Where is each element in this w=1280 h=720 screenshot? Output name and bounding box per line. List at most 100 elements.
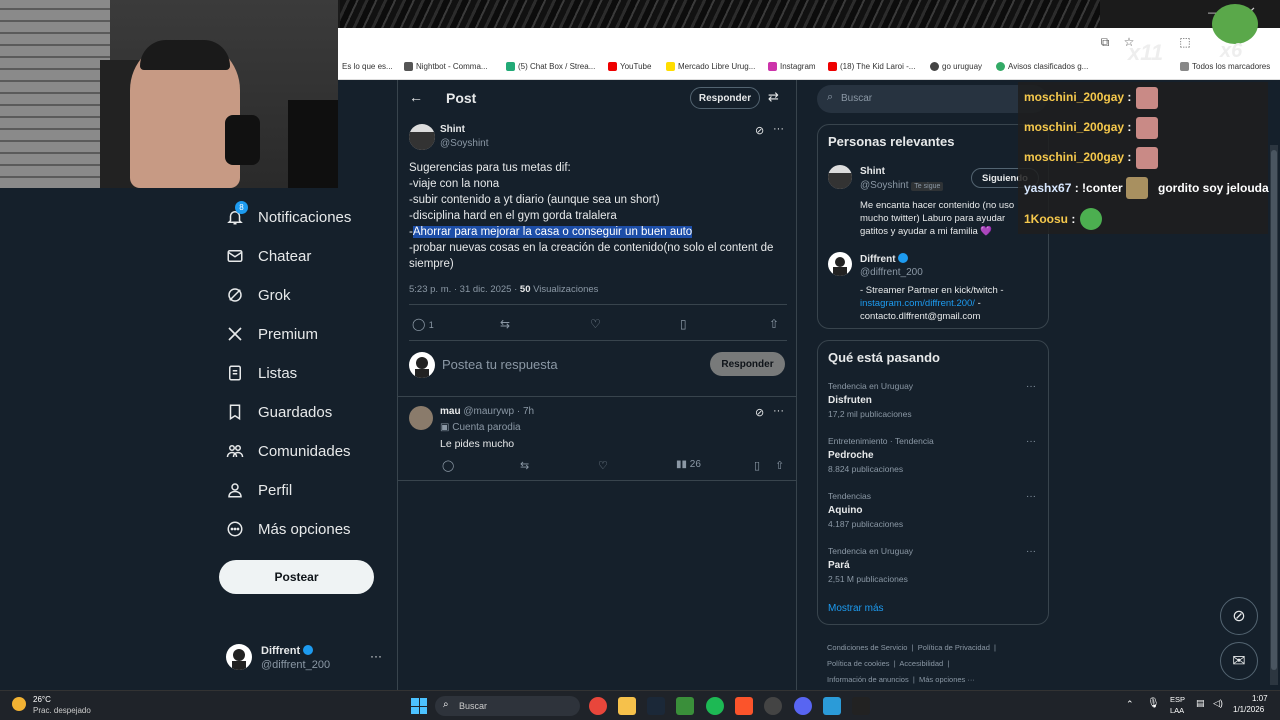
volume-icon[interactable]: ◁) <box>1213 698 1223 709</box>
author-avatar[interactable] <box>409 124 435 150</box>
microphone-icon[interactable]: 🎙 <box>1147 698 1160 709</box>
network-icon[interactable]: ▤ <box>1196 698 1205 709</box>
reply-icon[interactable]: ◯ 1 <box>412 317 434 331</box>
clock-date[interactable]: 1/1/2026 <box>1233 705 1264 714</box>
language-indicator-sub[interactable]: LAA <box>1170 706 1184 715</box>
like-icon[interactable]: ♡ <box>590 317 601 331</box>
steam-icon[interactable] <box>647 697 665 715</box>
person-handle[interactable]: @diffrent_200 <box>860 267 923 278</box>
weather-desc[interactable]: Prac. despejado <box>33 706 91 715</box>
weather-temp[interactable]: 26°C <box>33 695 51 704</box>
scrollbar[interactable] <box>1270 145 1278 685</box>
notepad-icon[interactable] <box>823 697 841 715</box>
grok-icon[interactable]: ⊘ <box>755 124 764 137</box>
search-input[interactable]: ⌕ Buscar <box>817 85 1047 113</box>
nav-premium[interactable]: Premium <box>226 325 318 343</box>
share-icon[interactable]: ⇧ <box>775 459 784 472</box>
footer-link[interactable]: Política de Privacidad <box>918 643 990 652</box>
spotify-icon[interactable] <box>706 697 724 715</box>
app-icon[interactable] <box>852 697 870 715</box>
bookmark[interactable]: Instagram <box>768 62 816 71</box>
more-horizontal-icon[interactable]: ··· <box>773 405 784 417</box>
person-avatar[interactable] <box>828 165 852 189</box>
reply-icon[interactable]: ◯ <box>442 459 454 472</box>
bookmark[interactable]: go uruguay <box>930 62 982 71</box>
more-horizontal-icon[interactable]: ··· <box>370 649 382 663</box>
person-name[interactable]: Shint <box>860 166 885 177</box>
person-handle[interactable]: @Soyshint Te sigue <box>860 180 944 191</box>
author-handle[interactable]: @Soyshint <box>440 138 489 149</box>
more-horizontal-icon[interactable]: ··· <box>1026 491 1036 502</box>
windows-start-icon[interactable] <box>411 698 427 714</box>
chrome-icon[interactable] <box>589 697 607 715</box>
trend-item[interactable]: Tendencias Aquino 4.187 publicaciones ··… <box>828 491 1040 535</box>
bookmark[interactable]: Mercado Libre Urug... <box>666 62 755 71</box>
trend-item[interactable]: Tendencia en Uruguay Pará 2,51 M publica… <box>828 546 1040 590</box>
footer-link[interactable]: Política de cookies <box>827 659 890 668</box>
clock-time[interactable]: 1:07 <box>1252 694 1268 703</box>
header-reply-button[interactable]: Responder <box>690 87 760 109</box>
bookmark[interactable]: Avisos clasificados g... <box>996 62 1088 71</box>
nav-mas-opciones[interactable]: Más opciones <box>226 520 351 538</box>
footer-link[interactable]: Condiciones de Servicio <box>827 643 907 652</box>
footer-link[interactable]: Más opciones ··· <box>919 675 975 684</box>
nav-comunidades[interactable]: Comunidades <box>226 442 351 460</box>
taskbar-search[interactable]: ⌕ Buscar <box>435 696 580 716</box>
account-switcher[interactable]: Diffrent @diffrent_200 ··· <box>226 644 386 674</box>
nav-grok[interactable]: Grok <box>226 286 291 304</box>
post-button[interactable]: Postear <box>219 560 374 594</box>
compose-reply-button[interactable]: Responder <box>710 352 785 376</box>
weather-icon[interactable] <box>12 697 26 711</box>
author-name[interactable]: Shint <box>440 124 465 135</box>
discord-icon[interactable] <box>794 697 812 715</box>
reply-avatar[interactable] <box>409 406 433 430</box>
nav-listas[interactable]: Listas <box>226 364 297 382</box>
bookmark[interactable]: Es lo que es... <box>342 62 393 71</box>
repost-icon[interactable]: ⇆ <box>520 459 529 472</box>
nav-chatear[interactable]: Chatear <box>226 247 311 265</box>
chat-emote <box>1136 117 1158 139</box>
more-horizontal-icon[interactable]: ··· <box>1026 546 1036 557</box>
brave-icon[interactable] <box>735 697 753 715</box>
minecraft-icon[interactable] <box>676 697 694 715</box>
nav-guardados[interactable]: Guardados <box>226 403 332 421</box>
language-indicator[interactable]: ESP <box>1170 695 1185 704</box>
more-horizontal-icon[interactable]: ··· <box>1026 436 1036 447</box>
show-more-link[interactable]: Mostrar más <box>828 603 884 614</box>
reply-compose-input[interactable]: Postea tu respuesta <box>442 357 558 372</box>
bookmark[interactable]: (18) The Kid Laroi -... <box>828 62 915 71</box>
back-arrow-icon[interactable]: ← <box>409 89 423 105</box>
bookmark-icon[interactable]: ▯ <box>680 317 687 331</box>
grok-icon[interactable]: ⊘ <box>1220 597 1258 635</box>
folder-icon[interactable] <box>618 697 636 715</box>
trend-item[interactable]: Entretenimiento · Tendencia Pedroche 8.8… <box>828 436 1040 480</box>
bookmarks-folder[interactable]: Todos los marcadores <box>1180 62 1270 71</box>
person-name[interactable]: Diffrent <box>860 253 909 265</box>
footer-link[interactable]: Accesibilidad <box>899 659 943 668</box>
like-icon[interactable]: ♡ <box>598 459 608 472</box>
bookmark-icon[interactable]: ▯ <box>754 459 760 472</box>
grok-icon[interactable]: ⊘ <box>755 406 764 419</box>
footer-link[interactable]: Información de anuncios <box>827 675 909 684</box>
tray-chevron-icon[interactable]: ⌃ <box>1126 699 1134 710</box>
reply-author[interactable]: mau @maurywp · 7h <box>440 406 534 417</box>
obs-icon[interactable] <box>764 697 782 715</box>
nav-notificaciones[interactable]: 8 Notificaciones <box>226 201 351 226</box>
more-horizontal-icon[interactable]: ··· <box>1026 381 1036 392</box>
more-horizontal-icon[interactable]: ··· <box>773 123 784 135</box>
trend-item[interactable]: Tendencia en Uruguay Disfruten 17,2 mil … <box>828 381 1040 425</box>
views-icon[interactable]: ▮▮ 26 <box>676 459 701 470</box>
person-avatar[interactable] <box>828 252 852 276</box>
repost-icon[interactable]: ⇆ <box>500 317 510 331</box>
screenshot-icon[interactable]: ⧉ <box>1098 35 1112 49</box>
extensions-icon[interactable]: ⬚ <box>1178 35 1192 49</box>
sliders-icon[interactable]: ⇄ <box>768 89 779 105</box>
mail-icon[interactable]: ✉ <box>1220 642 1258 680</box>
nav-perfil[interactable]: Perfil <box>226 481 292 499</box>
bookmark[interactable]: Nightbot - Comma... <box>404 62 488 71</box>
bio-link[interactable]: instagram.com/diffrent.200/ <box>860 298 975 309</box>
share-icon[interactable]: ⇧ <box>769 317 779 331</box>
bookmark[interactable]: (5) Chat Box / Strea... <box>506 62 595 71</box>
left-navigation: 8 Notificaciones Chatear Grok Premium Li… <box>0 188 397 690</box>
bookmark[interactable]: YouTube <box>608 62 651 71</box>
